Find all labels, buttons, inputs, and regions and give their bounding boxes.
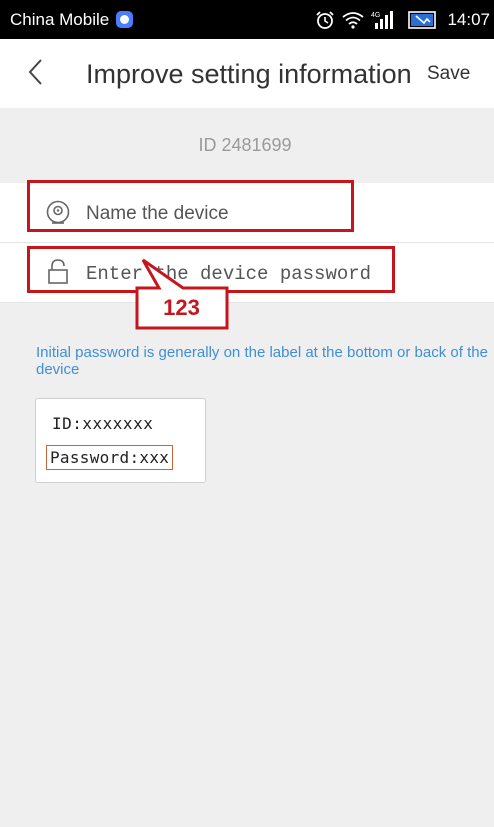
status-time: 14:07 [447,10,490,29]
back-button[interactable] [26,57,46,87]
device-id-band: ID 2481699 [0,108,494,183]
status-icons: 4G 14:07 [315,10,490,30]
carrier-name: China Mobile [10,10,110,29]
carrier-app-icon [116,11,134,28]
app-header: Improve setting information Save [0,39,494,108]
device-label-sample: ID:xxxxxxx Password:xxx [35,398,206,483]
initial-password-hint: Initial password is generally on the lab… [36,344,488,378]
wifi-icon [342,11,365,29]
alarm-icon [315,10,335,30]
signal-icon: 4G [371,10,401,30]
status-bar: China Mobile 4G 14:07 [0,0,494,39]
device-password-input[interactable] [86,257,466,291]
label-password-line: Password:xxx [46,445,174,470]
camera-icon [44,199,72,227]
device-name-row [0,183,494,243]
device-password-row [0,243,494,303]
lock-icon [44,257,72,285]
page-title: Improve setting information [86,59,412,89]
hint-area: Initial password is generally on the lab… [0,303,494,827]
chevron-left-icon [28,59,42,85]
save-button[interactable]: Save [427,63,470,85]
battery-charging-icon [408,10,438,29]
network-type-label: 4G [371,12,380,19]
label-id-line: ID:xxxxxxx [52,414,154,433]
device-name-input[interactable] [86,197,466,231]
device-id-label: ID 2481699 [198,135,292,155]
